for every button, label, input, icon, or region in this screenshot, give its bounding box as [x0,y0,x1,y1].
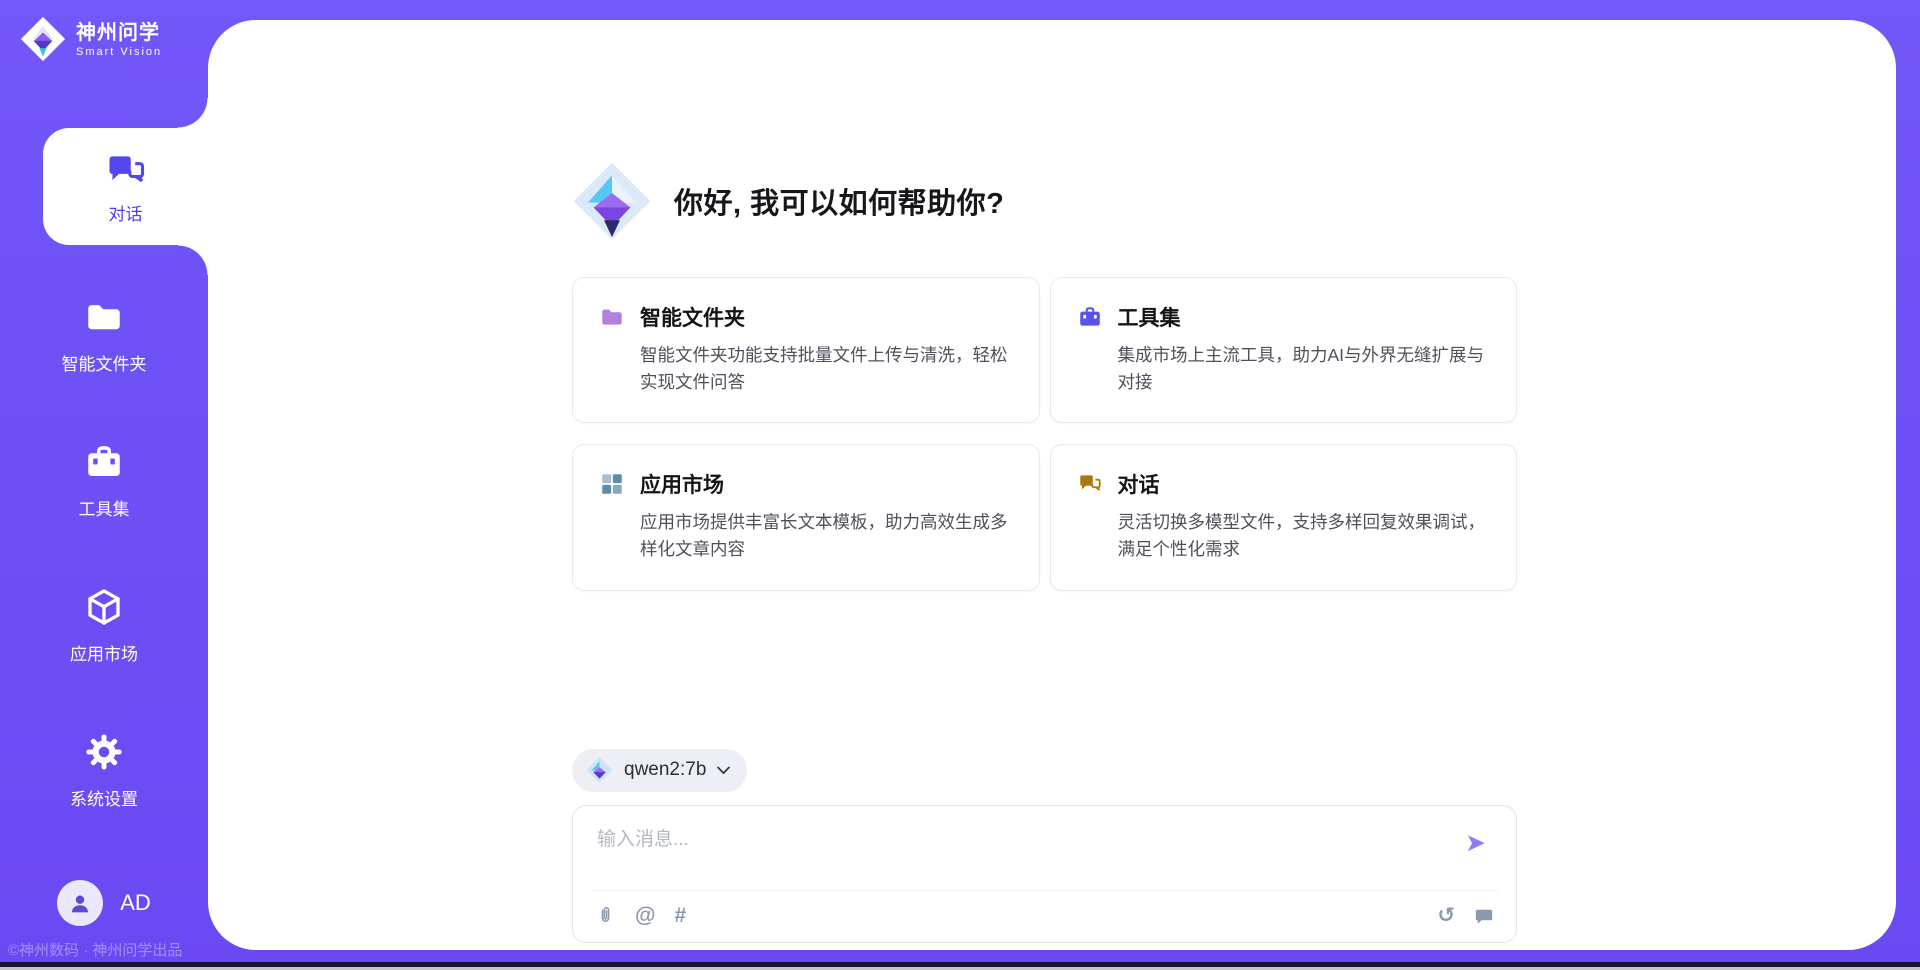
brand-name: 神州问学 [76,21,162,45]
card-title: 应用市场 [640,469,724,499]
card-smart-folder[interactable]: 智能文件夹 智能文件夹功能支持批量文件上传与清洗，轻松实现文件问答 [572,277,1040,423]
model-logo-icon [586,756,613,784]
sidebar-item-settings[interactable]: 系统设置 [0,731,208,810]
sidebar-item-toolset[interactable]: 工具集 [0,441,208,520]
toolbox-icon [83,441,125,483]
sidebar-item-chat[interactable]: 对话 [43,128,208,245]
user-profile[interactable]: AD [0,880,208,926]
brand-logo-icon [20,16,66,62]
message-input[interactable] [595,822,1419,884]
card-app-market[interactable]: 应用市场 应用市场提供丰富长文本模板，助力高效生成多样化文章内容 [572,444,1040,590]
card-title: 智能文件夹 [640,302,745,332]
assistant-logo-icon [572,160,652,242]
folder-icon [599,304,625,330]
chat-history-button[interactable] [1474,906,1494,926]
sidebar-item-label: 智能文件夹 [0,350,208,375]
card-description: 集成市场上主流工具，助力AI与外界无缝扩展与对接 [1118,342,1487,396]
main-panel: 你好, 我可以如何帮助你? 智能文件夹 智能文件夹功能支持批量文件上传与清洗，轻… [208,20,1896,950]
folder-icon [83,296,125,338]
composer-toolbar: @ # ↺ [595,901,1494,931]
history-button[interactable]: ↺ [1437,903,1455,928]
card-description: 灵活切换多模型文件，支持多样回复效果调试，满足个性化需求 [1118,509,1487,563]
sidebar-item-label: 系统设置 [0,785,208,810]
toolbox-icon [1077,304,1103,330]
avatar [57,880,103,926]
gear-icon [83,731,125,773]
card-toolset[interactable]: 工具集 集成市场上主流工具，助力AI与外界无缝扩展与对接 [1050,277,1518,423]
paperclip-icon [595,905,616,927]
sidebar: 神州问学 Smart Vision 对话 智能文件夹 [0,0,208,970]
card-title: 对话 [1118,469,1160,499]
model-selector[interactable]: qwen2:7b [572,749,747,792]
person-icon [66,889,94,917]
model-selector-row: qwen2:7b [572,749,1517,792]
chat-icon [1077,471,1103,497]
user-name: AD [120,890,151,916]
sidebar-item-app-market[interactable]: 应用市场 [0,586,208,665]
attach-button[interactable] [595,905,616,927]
sidebar-item-label: 应用市场 [0,640,208,665]
brand: 神州问学 Smart Vision [0,0,208,62]
sidebar-item-smart-folder[interactable]: 智能文件夹 [0,296,208,375]
mention-button[interactable]: @ [635,904,655,928]
greeting: 你好, 我可以如何帮助你? [674,180,1004,222]
chat-bubble-icon [1474,906,1494,926]
card-title: 工具集 [1118,302,1181,332]
sidebar-item-label: 对话 [109,200,143,225]
divider [591,890,1498,891]
sidebar-item-label: 工具集 [0,495,208,520]
hashtag-button[interactable]: # [674,904,686,928]
cube-icon [83,586,125,628]
grid-icon [599,471,625,497]
chat-icon [104,149,148,193]
chevron-down-icon [717,766,730,775]
sidebar-footer: ©神州数码 · 神州问学出品 [8,939,208,960]
brand-subtitle: Smart Vision [76,46,162,58]
model-name: qwen2:7b [624,759,706,781]
feature-cards: 智能文件夹 智能文件夹功能支持批量文件上传与清洗，轻松实现文件问答 [572,277,1517,591]
send-button[interactable]: ➤ [1459,830,1492,857]
welcome: 你好, 我可以如何帮助你? [572,160,1517,242]
card-description: 应用市场提供丰富长文本模板，助力高效生成多样化文章内容 [640,509,1009,563]
card-description: 智能文件夹功能支持批量文件上传与清洗，轻松实现文件问答 [640,342,1009,396]
card-chat[interactable]: 对话 灵活切换多模型文件，支持多样回复效果调试，满足个性化需求 [1050,444,1518,590]
composer: ➤ @ # ↺ [572,805,1517,943]
